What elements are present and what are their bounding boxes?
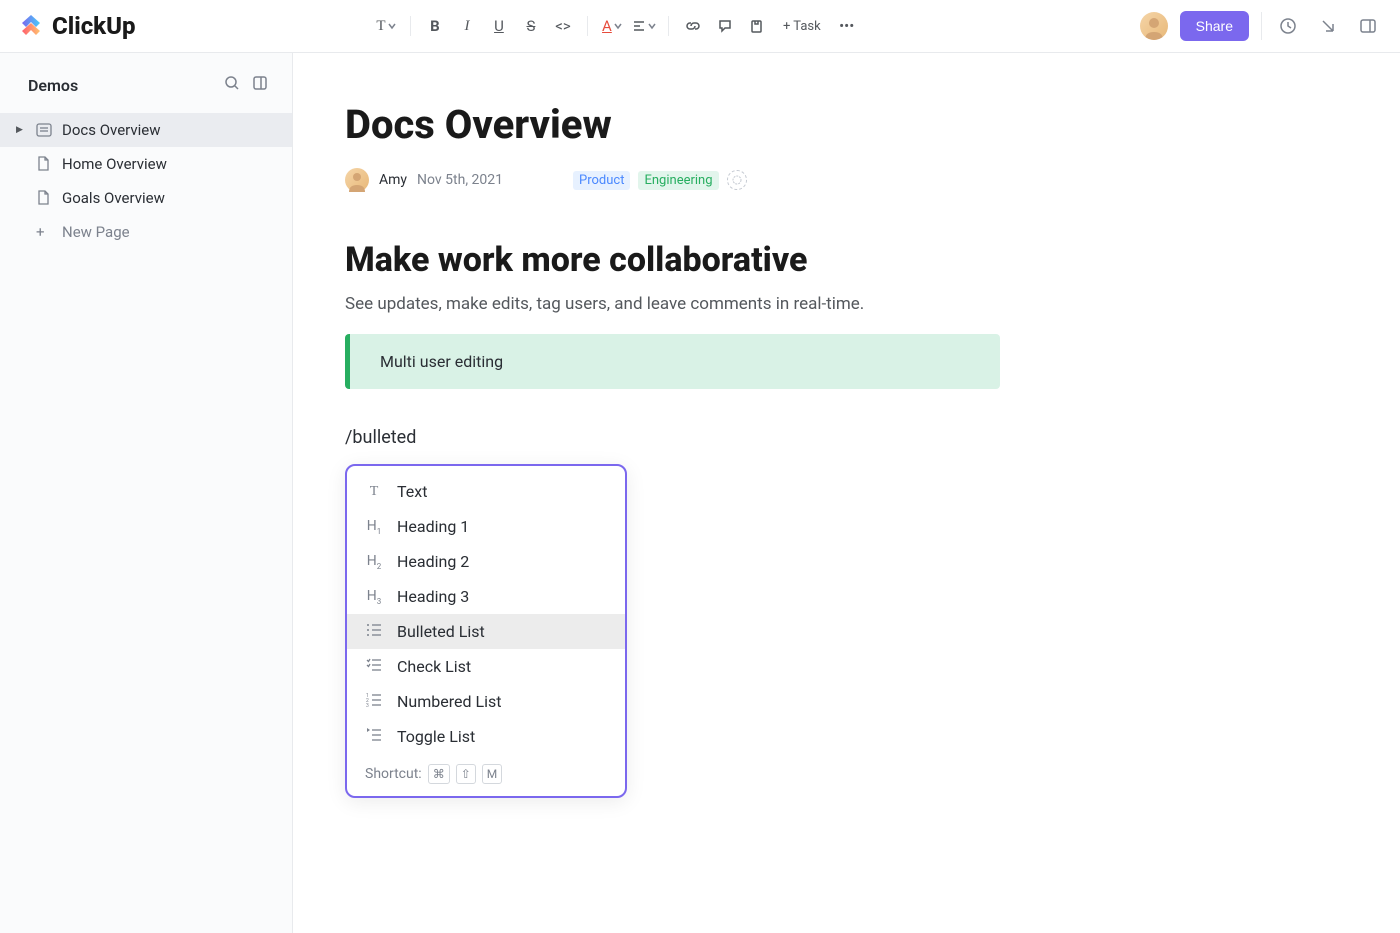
menu-item-heading-3[interactable]: H3 Heading 3	[347, 579, 625, 614]
kbd-cmd: ⌘	[428, 764, 450, 784]
menu-item-toggle-list[interactable]: Toggle List	[347, 719, 625, 754]
user-avatar[interactable]	[1140, 12, 1168, 40]
menu-item-label: Check List	[397, 657, 471, 676]
bulleted-list-icon	[365, 623, 383, 641]
more-button[interactable]: •••	[833, 12, 861, 40]
menu-item-label: Heading 2	[397, 552, 469, 571]
h2-icon: H2	[365, 553, 383, 571]
h3-icon: H3	[365, 588, 383, 606]
author-avatar[interactable]	[345, 168, 369, 192]
menu-item-label: Text	[397, 482, 427, 501]
text-type-icon: T	[365, 484, 383, 500]
menu-item-check-list[interactable]: Check List	[347, 649, 625, 684]
share-button[interactable]: Share	[1180, 11, 1249, 41]
doc-date: Nov 5th, 2021	[417, 172, 503, 188]
attach-button[interactable]	[743, 12, 771, 40]
slash-input[interactable]: /bulleted	[345, 427, 1400, 448]
search-icon[interactable]	[224, 75, 240, 95]
page-icon	[36, 190, 52, 206]
menu-item-label: Bulleted List	[397, 622, 485, 641]
doc-title[interactable]: Docs Overview	[345, 101, 1400, 148]
menu-item-label: Numbered List	[397, 692, 501, 711]
callout-block[interactable]: Multi user editing	[345, 334, 1000, 389]
check-list-icon	[365, 658, 383, 676]
text-color-button[interactable]: A	[598, 12, 626, 40]
svg-text:3: 3	[366, 703, 369, 707]
underline-button[interactable]: U	[485, 12, 513, 40]
doc-meta: Amy Nov 5th, 2021 Product Engineering	[345, 168, 1400, 192]
link-button[interactable]	[679, 12, 707, 40]
add-task-button[interactable]: + Task	[775, 19, 829, 34]
slash-menu: T Text H1 Heading 1 H2 Heading 2 H3 Head…	[345, 464, 627, 798]
tag-product[interactable]: Product	[573, 171, 630, 190]
menu-item-label: Heading 3	[397, 587, 469, 606]
kbd-m: M	[482, 764, 502, 784]
clickup-logo-icon	[18, 13, 44, 39]
panel-icon[interactable]	[1354, 12, 1382, 40]
strikethrough-button[interactable]: S	[517, 12, 545, 40]
menu-item-text[interactable]: T Text	[347, 474, 625, 509]
top-bar: ClickUp T B I U S <> A + Task	[0, 0, 1400, 53]
kbd-shift: ⇧	[456, 764, 476, 784]
toggle-list-icon	[365, 728, 383, 746]
menu-item-label: Toggle List	[397, 727, 475, 746]
numbered-list-icon: 123	[365, 693, 383, 711]
sidebar-item-home-overview[interactable]: Home Overview	[0, 147, 292, 181]
toolbar-right: Share	[1140, 11, 1382, 41]
sidebar-item-docs-overview[interactable]: ▶ Docs Overview	[0, 113, 292, 147]
main-container: Demos ▶ Docs Overview Home Overview	[0, 53, 1400, 933]
text-style-button[interactable]: T	[372, 12, 400, 40]
content: Docs Overview Amy Nov 5th, 2021 Product …	[293, 53, 1400, 933]
sidebar: Demos ▶ Docs Overview Home Overview	[0, 53, 293, 933]
section-heading[interactable]: Make work more collaborative	[345, 240, 1400, 280]
menu-item-heading-1[interactable]: H1 Heading 1	[347, 509, 625, 544]
sidebar-title: Demos	[28, 76, 78, 95]
doc-icon	[36, 123, 52, 137]
callout-text: Multi user editing	[380, 352, 503, 371]
plus-icon: +	[36, 223, 52, 241]
shortcut-label: Shortcut:	[365, 766, 422, 782]
tag-engineering[interactable]: Engineering	[638, 171, 718, 190]
h1-icon: H1	[365, 518, 383, 536]
comment-button[interactable]	[711, 12, 739, 40]
sidebar-item-label: Home Overview	[62, 155, 167, 173]
menu-item-bulleted-list[interactable]: Bulleted List	[347, 614, 625, 649]
sidebar-item-label: Docs Overview	[62, 121, 161, 139]
add-tag-button[interactable]	[727, 170, 747, 190]
code-button[interactable]: <>	[549, 12, 577, 40]
menu-item-numbered-list[interactable]: 123 Numbered List	[347, 684, 625, 719]
menu-item-label: Heading 1	[397, 517, 469, 536]
new-page-label: New Page	[62, 223, 130, 241]
sidebar-item-label: Goals Overview	[62, 189, 165, 207]
sidebar-new-page[interactable]: + New Page	[0, 215, 292, 249]
download-icon[interactable]	[1314, 12, 1342, 40]
italic-button[interactable]: I	[453, 12, 481, 40]
collapse-icon[interactable]	[252, 75, 268, 95]
bold-button[interactable]: B	[421, 12, 449, 40]
toolbar-center: T B I U S <> A + Task •••	[93, 12, 1140, 40]
sidebar-header: Demos	[0, 75, 292, 95]
page-icon	[36, 156, 52, 172]
menu-shortcut: Shortcut: ⌘ ⇧ M	[347, 754, 625, 788]
align-button[interactable]	[630, 12, 658, 40]
section-text[interactable]: See updates, make edits, tag users, and …	[345, 294, 1400, 314]
chevron-right-icon: ▶	[16, 125, 26, 135]
history-icon[interactable]	[1274, 12, 1302, 40]
menu-item-heading-2[interactable]: H2 Heading 2	[347, 544, 625, 579]
author-name: Amy	[379, 172, 407, 188]
sidebar-item-goals-overview[interactable]: Goals Overview	[0, 181, 292, 215]
tags: Product Engineering	[573, 170, 747, 190]
